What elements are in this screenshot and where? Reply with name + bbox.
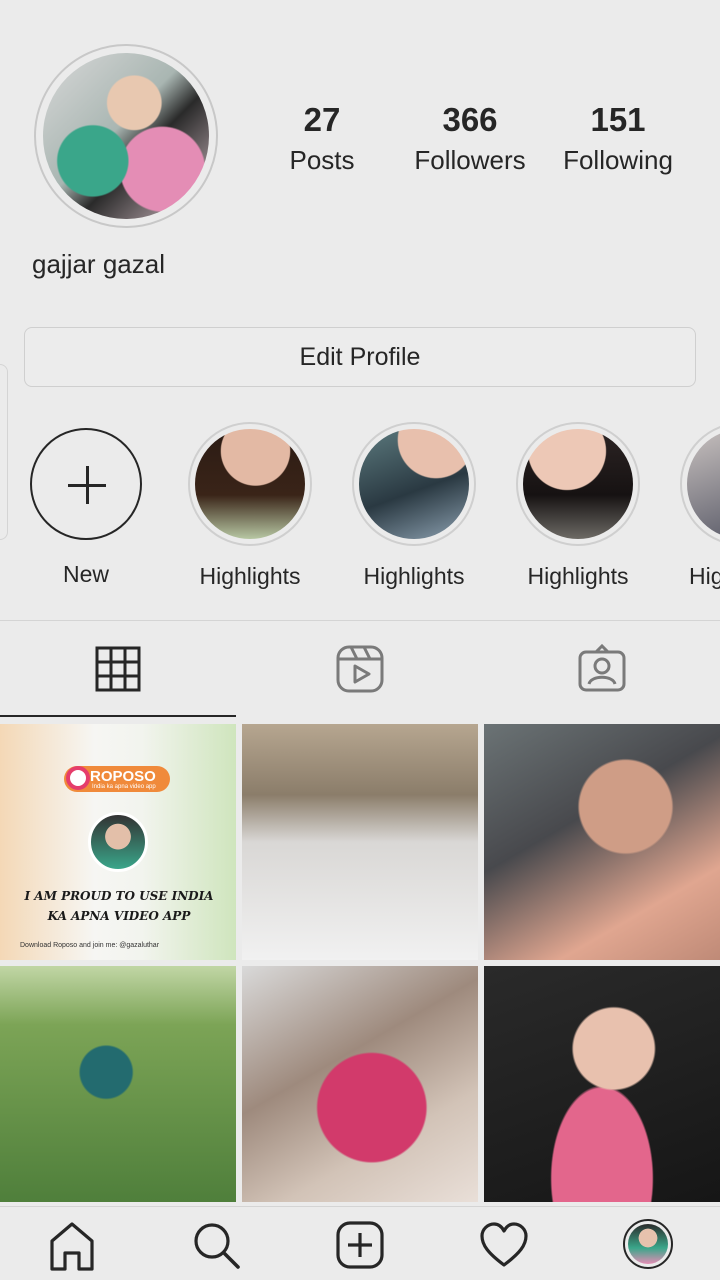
roposo-slogan: I AM PROUD TO USE INDIA KA APNA VIDEO AP… [24,889,214,923]
search-icon [194,1223,240,1269]
post-thumbnail[interactable]: ROPOSO India ka apna video app I AM PROU… [0,724,236,960]
active-tab-indicator [0,715,236,717]
followers-count-value: 366 [442,101,498,138]
highlight-label: Highlights [527,563,629,589]
posts-grid: ROPOSO India ka apna video app I AM PROU… [0,724,720,1202]
bottom-navigation [0,1206,720,1280]
post-thumbnail[interactable] [242,724,478,960]
roposo-brand: ROPOSO [90,768,156,785]
followers-count-label: Followers [414,145,526,175]
nav-profile[interactable] [618,1219,678,1279]
highlight-label: Hig [689,563,720,589]
following-count[interactable]: 151 Following [548,100,688,180]
add-post-icon [336,1221,384,1269]
nav-search[interactable] [186,1219,246,1279]
heart-icon [480,1222,528,1267]
tagged-person-icon [578,644,626,692]
highlight-label: Highlights [199,563,301,589]
following-count-value: 151 [590,101,646,138]
plus-icon [30,428,142,540]
posts-count[interactable]: 27 Posts [272,100,372,180]
profile-tabs [0,621,720,719]
post-thumbnail[interactable] [0,966,236,1202]
highlight-cover [680,422,720,546]
tab-tagged[interactable] [484,621,720,717]
highlight-item[interactable]: Highlights [503,420,653,592]
roposo-profile-photo [88,812,148,872]
profile-avatar[interactable] [34,44,218,228]
nav-activity[interactable] [474,1219,534,1279]
highlight-cover [516,422,640,546]
highlight-item[interactable]: Highlights [339,420,489,592]
profile-username: gajjar gazal [32,249,165,279]
edit-profile-button[interactable]: Edit Profile [24,327,696,387]
story-highlights: New Highlights Highlights Highlights Hig [0,420,720,600]
post-thumbnail[interactable] [484,724,720,960]
highlight-item[interactable]: Hig [667,420,720,592]
highlight-label: New [62,561,109,587]
profile-header: 27 Posts 366 Followers 151 Following gaj… [0,0,720,300]
roposo-logo-icon [66,766,90,790]
following-count-label: Following [563,145,673,175]
tab-reels[interactable] [242,621,478,717]
posts-count-value: 27 [303,101,341,138]
profile-avatar-icon [623,1219,673,1269]
nav-create[interactable] [330,1219,390,1279]
highlight-cover [352,422,476,546]
post-thumbnail[interactable] [242,966,478,1202]
highlight-label: Highlights [363,563,465,589]
tab-posts-grid[interactable] [0,621,236,717]
grid-icon [95,646,141,692]
nav-home[interactable] [42,1219,102,1279]
home-icon [50,1222,94,1271]
highlight-cover [188,422,312,546]
reels-icon [336,645,384,693]
post-thumbnail[interactable] [484,966,720,1202]
posts-count-label: Posts [289,145,355,175]
new-highlight-button[interactable]: New [11,420,161,590]
highlight-item[interactable]: Highlights [175,420,325,592]
profile-photo [43,53,209,219]
roposo-tagline: India ka apna video app [92,784,156,790]
followers-count[interactable]: 366 Followers [400,100,540,180]
roposo-footer: Download Roposo and join me: @gazaluthar [20,942,160,949]
